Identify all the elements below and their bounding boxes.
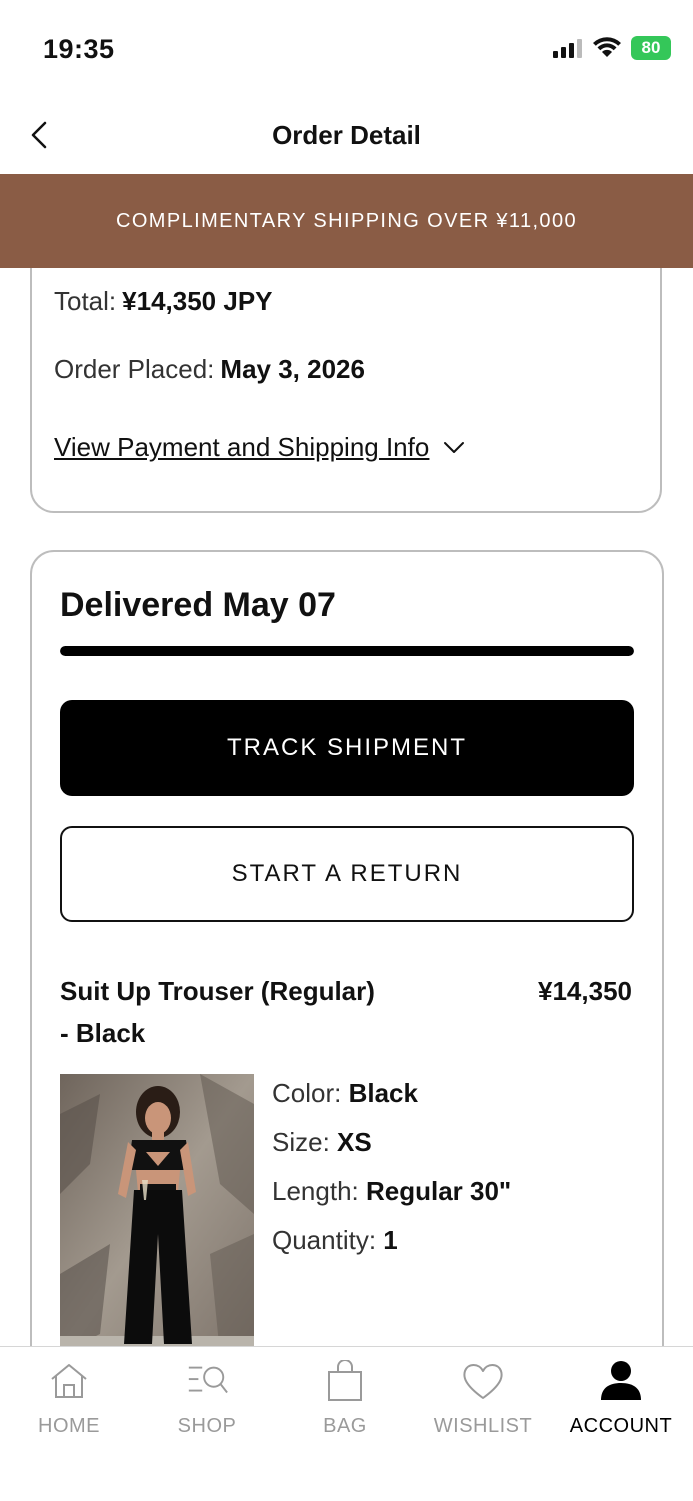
- item-length-label: Length:: [272, 1176, 359, 1206]
- bag-icon: [328, 1360, 362, 1401]
- order-placed-label: Order Placed:: [54, 354, 215, 384]
- status-bar: 19:35 80: [0, 0, 693, 100]
- delivery-status: Delivered May 07: [60, 586, 336, 624]
- nav-header: Order Detail: [0, 100, 693, 174]
- track-shipment-button[interactable]: TRACK SHIPMENT: [60, 700, 634, 796]
- tab-bag[interactable]: BAG: [276, 1347, 414, 1457]
- bottom-tab-bar: HOME SHOP BAG WISHLIST ACCOUNT: [0, 1346, 693, 1501]
- tab-account[interactable]: ACCOUNT: [552, 1347, 690, 1457]
- item-color-label: Color:: [272, 1078, 342, 1108]
- item-length-value: Regular 30": [365, 1176, 512, 1206]
- status-time: 19:35: [43, 34, 115, 64]
- order-placed-value: May 3, 2026: [220, 354, 365, 384]
- wifi-icon: [593, 37, 621, 57]
- tab-bag-label: BAG: [323, 1415, 367, 1437]
- item-size-value: XS: [337, 1127, 372, 1157]
- order-summary-card: Total: ¥14,350 JPY Order Placed: May 3, 20…: [30, 268, 662, 513]
- item-name-line-2: - Black: [60, 1018, 146, 1048]
- tab-shop-label: SHOP: [177, 1415, 237, 1437]
- track-shipment-label: TRACK SHIPMENT: [226, 734, 467, 761]
- start-return-label: START A RETURN: [231, 860, 463, 887]
- tab-account-label: ACCOUNT: [569, 1415, 673, 1437]
- item-quantity: Quantity: 1: [272, 1225, 398, 1256]
- product-photo-illustration: [60, 1074, 254, 1346]
- item-color: Color: Black: [272, 1078, 418, 1109]
- home-icon: [51, 1364, 87, 1398]
- item-size-label: Size:: [272, 1127, 330, 1157]
- promo-text: COMPLIMENTARY SHIPPING OVER ¥11,000: [116, 209, 577, 232]
- item-name[interactable]: Suit Up Trouser (Regular) - Black: [60, 970, 420, 1054]
- view-payment-shipping-label: View Payment and Shipping Info: [54, 432, 430, 462]
- tab-home[interactable]: HOME: [0, 1347, 138, 1457]
- start-return-button[interactable]: START A RETURN: [60, 826, 634, 922]
- item-price: ¥14,350: [538, 976, 632, 1006]
- item-quantity-value: 1: [383, 1225, 398, 1255]
- battery-level: 80: [641, 38, 661, 57]
- view-payment-shipping-link[interactable]: View Payment and Shipping Info: [54, 432, 465, 463]
- item-name-line-1: Suit Up Trouser (Regular): [60, 976, 375, 1006]
- order-total-value: ¥14,350 JPY: [122, 286, 273, 316]
- order-content[interactable]: Total: ¥14,350 JPY Order Placed: May 3, 20…: [0, 268, 693, 1346]
- chevron-down-icon: [444, 441, 465, 453]
- heart-icon: [463, 1364, 503, 1399]
- cellular-signal-icon: [553, 39, 582, 58]
- order-placed-date: Order Placed: May 3, 2026: [54, 354, 365, 385]
- tab-shop[interactable]: SHOP: [138, 1347, 276, 1457]
- delivery-progress-bar: [60, 646, 634, 656]
- account-icon: [601, 1361, 641, 1400]
- order-total-label: Total:: [54, 286, 117, 316]
- battery-indicator: 80: [631, 36, 671, 60]
- promo-banner: COMPLIMENTARY SHIPPING OVER ¥11,000: [0, 174, 693, 268]
- delivery-progress-fill: [60, 646, 634, 656]
- tab-wishlist-label: WISHLIST: [433, 1415, 533, 1437]
- order-total: Total: ¥14,350 JPY: [54, 286, 273, 317]
- item-color-value: Black: [348, 1078, 418, 1108]
- product-image[interactable]: [60, 1074, 254, 1346]
- item-length: Length: Regular 30": [272, 1176, 511, 1207]
- item-size: Size: XS: [272, 1127, 372, 1158]
- shop-icon: [188, 1366, 228, 1394]
- shipment-card: Delivered May 07 TRACK SHIPMENT START A …: [30, 550, 664, 1346]
- status-icons: 80: [553, 36, 671, 60]
- item-quantity-label: Quantity:: [272, 1225, 377, 1255]
- tab-wishlist[interactable]: WISHLIST: [414, 1347, 552, 1457]
- tab-home-label: HOME: [38, 1415, 100, 1437]
- page-title: Order Detail: [272, 120, 421, 150]
